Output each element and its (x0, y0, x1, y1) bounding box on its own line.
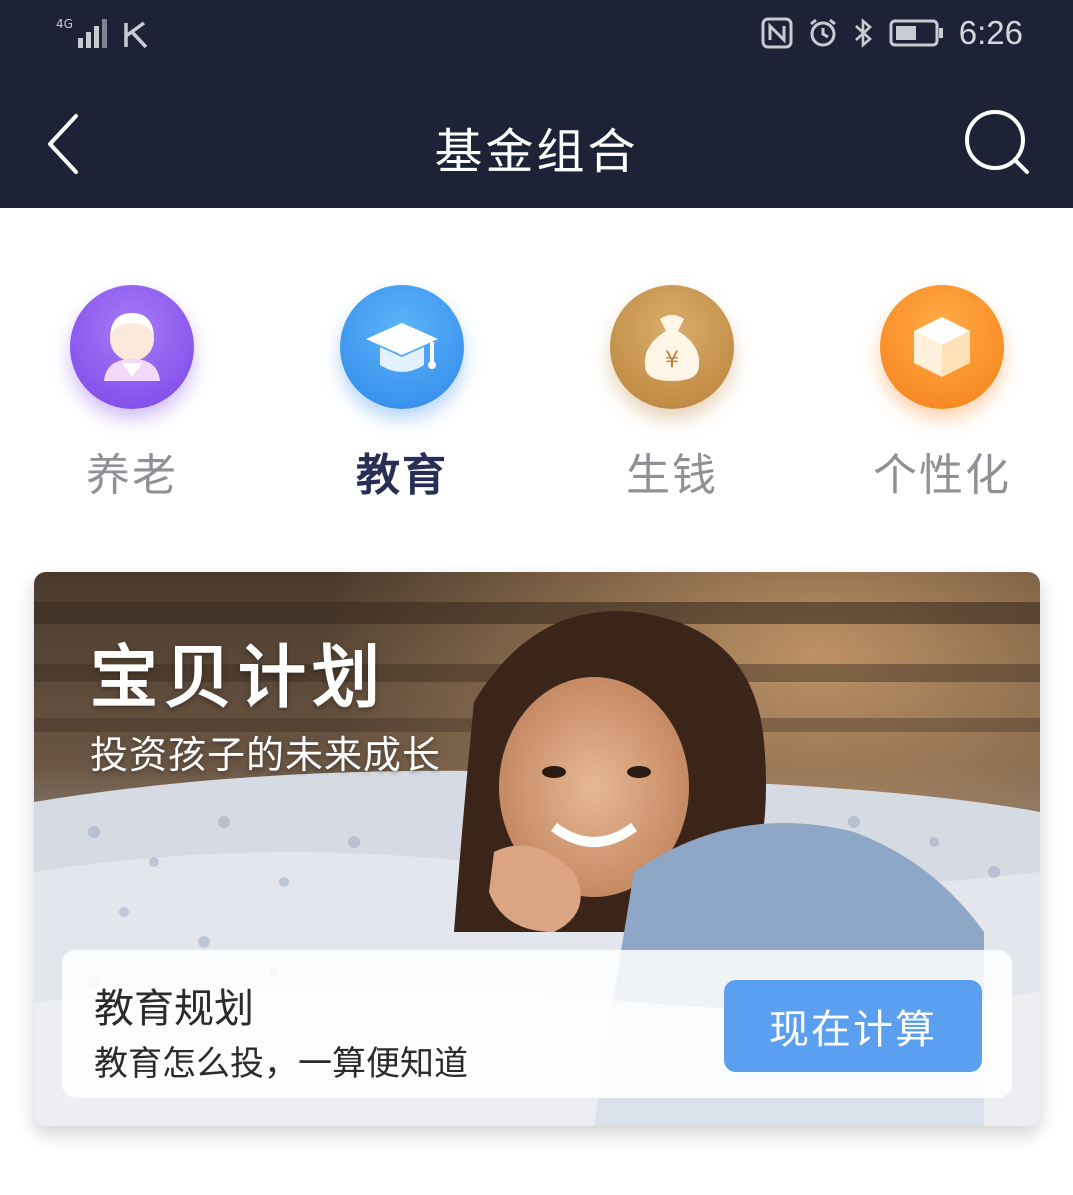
category-label-make-money: 生钱 (626, 450, 718, 501)
search-button[interactable] (963, 108, 1035, 180)
money-bag-icon: ¥ (610, 285, 734, 409)
banner-subtitle: 投资孩子的未来成长 (90, 733, 442, 777)
category-label-education: 教育 (356, 450, 448, 501)
category-retirement[interactable]: 养老 (32, 285, 232, 503)
network-type-label: 4G (56, 17, 73, 31)
category-personalized[interactable]: 个性化 (842, 285, 1042, 503)
calculate-now-button[interactable]: 现在计算 (724, 980, 982, 1072)
bluetooth-icon (854, 18, 872, 48)
battery-icon (889, 19, 943, 47)
cellular-signal-icon: 4G (56, 17, 107, 48)
k-app-icon (124, 21, 148, 49)
page-title: 基金组合 (434, 124, 639, 180)
cube-icon (880, 285, 1004, 409)
baby-plan-banner[interactable]: 宝贝计划 投资孩子的未来成长 教育规划 教育怎么投，一算便知道 现在计算 (34, 572, 1040, 1126)
banner-title: 宝贝计划 (90, 639, 387, 718)
graduation-cap-icon (340, 285, 464, 409)
status-bar: 4G 6:26 (0, 0, 1073, 78)
status-left: 4G (56, 16, 152, 50)
status-right: 6:26 (761, 14, 1023, 52)
category-education[interactable]: 教育 (302, 285, 502, 503)
category-label-personalized: 个性化 (873, 450, 1011, 501)
category-row: 养老 教育 ¥ 生钱 个性化 (0, 285, 1073, 505)
category-make-money[interactable]: ¥ 生钱 (572, 285, 772, 503)
plan-title: 教育规划 (94, 986, 254, 1032)
nav-bar: 基金组合 (0, 78, 1073, 208)
alarm-icon (809, 18, 836, 47)
education-plan-panel: 教育规划 教育怎么投，一算便知道 现在计算 (62, 950, 1012, 1098)
svg-text:¥: ¥ (665, 348, 679, 373)
search-icon (965, 110, 1029, 174)
elderly-person-icon (70, 285, 194, 409)
status-time: 6:26 (958, 14, 1023, 51)
nfc-icon (761, 17, 793, 49)
category-label-retirement: 养老 (86, 450, 178, 501)
plan-description: 教育怎么投，一算便知道 (94, 1044, 468, 1084)
